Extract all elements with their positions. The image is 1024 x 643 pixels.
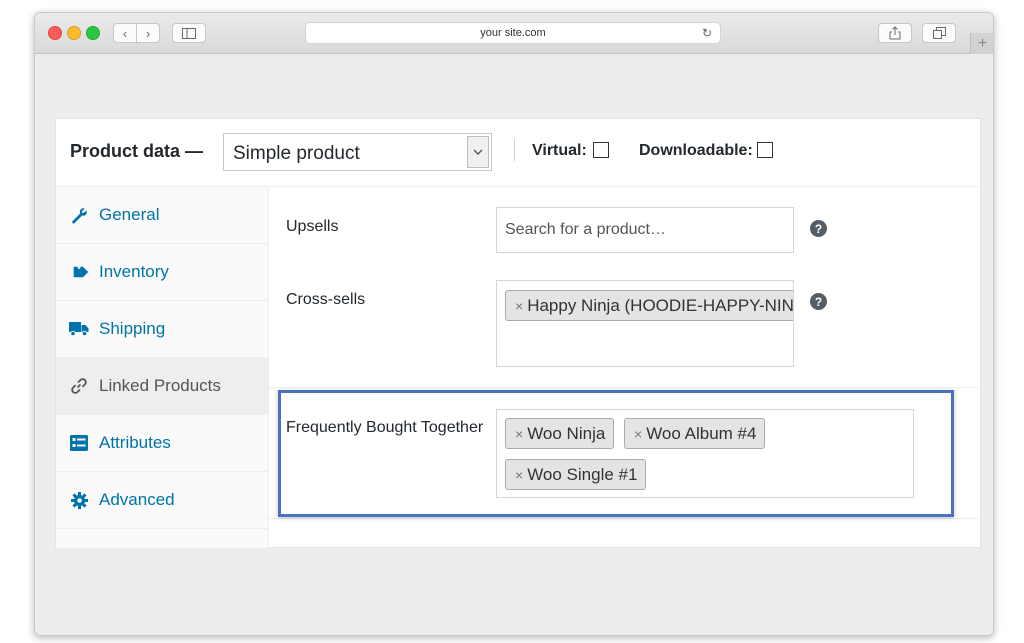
address-text: your site.com xyxy=(480,27,546,39)
highlight-frame xyxy=(278,390,954,517)
product-data-header: Product data — Simple product Virtual: D… xyxy=(56,119,982,187)
reload-icon[interactable]: ↻ xyxy=(702,26,712,40)
wrench-icon xyxy=(69,205,89,225)
product-data-tabs: General Inventory Shipping Linked Produc… xyxy=(56,187,269,548)
tab-attributes[interactable]: Attributes xyxy=(56,415,268,472)
cross-sells-input[interactable]: × Happy Ninja (HOODIE-HAPPY-NIN xyxy=(496,280,794,367)
upsells-search-input[interactable] xyxy=(496,207,794,253)
virtual-label: Virtual: xyxy=(532,142,587,159)
tab-advanced[interactable]: Advanced xyxy=(56,472,268,529)
gear-icon xyxy=(69,490,89,510)
chevron-right-icon: › xyxy=(145,25,151,41)
tab-shipping[interactable]: Shipping xyxy=(56,301,268,358)
chevron-down-icon[interactable] xyxy=(467,136,489,168)
help-icon[interactable]: ? xyxy=(810,293,827,310)
close-window-button[interactable] xyxy=(48,26,62,40)
minimize-window-button[interactable] xyxy=(67,26,81,40)
tab-label: Inventory xyxy=(99,262,169,281)
new-tab-button[interactable]: + xyxy=(970,33,993,54)
truck-icon xyxy=(69,319,89,339)
product-type-select[interactable]: Simple product xyxy=(223,133,492,171)
tab-label: Attributes xyxy=(99,433,171,452)
downloadable-checkbox[interactable] xyxy=(757,142,773,158)
token-label: Happy Ninja (HOODIE-HAPPY-NIN xyxy=(527,295,794,315)
tab-linked-products[interactable]: Linked Products xyxy=(56,358,268,415)
downloadable-label: Downloadable: xyxy=(639,142,753,159)
product-type-value: Simple product xyxy=(233,143,360,164)
tab-label: Advanced xyxy=(99,490,175,509)
virtual-checkbox[interactable] xyxy=(593,142,609,158)
show-tabs-button[interactable] xyxy=(922,23,956,43)
tabs-icon xyxy=(932,27,946,39)
sidebar-icon xyxy=(182,27,196,39)
share-button[interactable] xyxy=(878,23,912,43)
help-icon[interactable]: ? xyxy=(810,220,827,237)
sidebar-toggle-button[interactable] xyxy=(172,23,206,43)
tab-label: Linked Products xyxy=(99,376,221,395)
remove-token-icon[interactable]: × xyxy=(515,298,523,314)
cross-sells-label: Cross-sells xyxy=(286,291,366,308)
back-button[interactable]: ‹ xyxy=(113,23,137,43)
list-icon xyxy=(69,433,89,453)
tag-icon xyxy=(69,262,89,282)
section-divider xyxy=(269,387,981,388)
chevron-left-icon: ‹ xyxy=(122,25,128,41)
product-data-title: Product data — xyxy=(70,141,204,161)
tab-label: General xyxy=(99,205,160,224)
browser-toolbar: ‹ › your site.com ↻ xyxy=(35,13,993,54)
browser-window: ‹ › your site.com ↻ + Product data — Sim… xyxy=(34,12,994,636)
section-divider xyxy=(269,518,981,519)
share-icon xyxy=(889,26,901,40)
tab-general[interactable]: General xyxy=(56,187,268,244)
tab-inventory[interactable]: Inventory xyxy=(56,244,268,301)
plus-icon: + xyxy=(977,34,988,52)
address-bar[interactable]: your site.com ↻ xyxy=(305,22,721,44)
product-token: × Happy Ninja (HOODIE-HAPPY-NIN xyxy=(505,290,794,321)
forward-button[interactable]: › xyxy=(136,23,160,43)
upsells-label: Upsells xyxy=(286,218,339,235)
zoom-window-button[interactable] xyxy=(86,26,100,40)
header-divider xyxy=(514,139,515,161)
link-icon xyxy=(69,376,89,396)
tab-label: Shipping xyxy=(99,319,166,338)
